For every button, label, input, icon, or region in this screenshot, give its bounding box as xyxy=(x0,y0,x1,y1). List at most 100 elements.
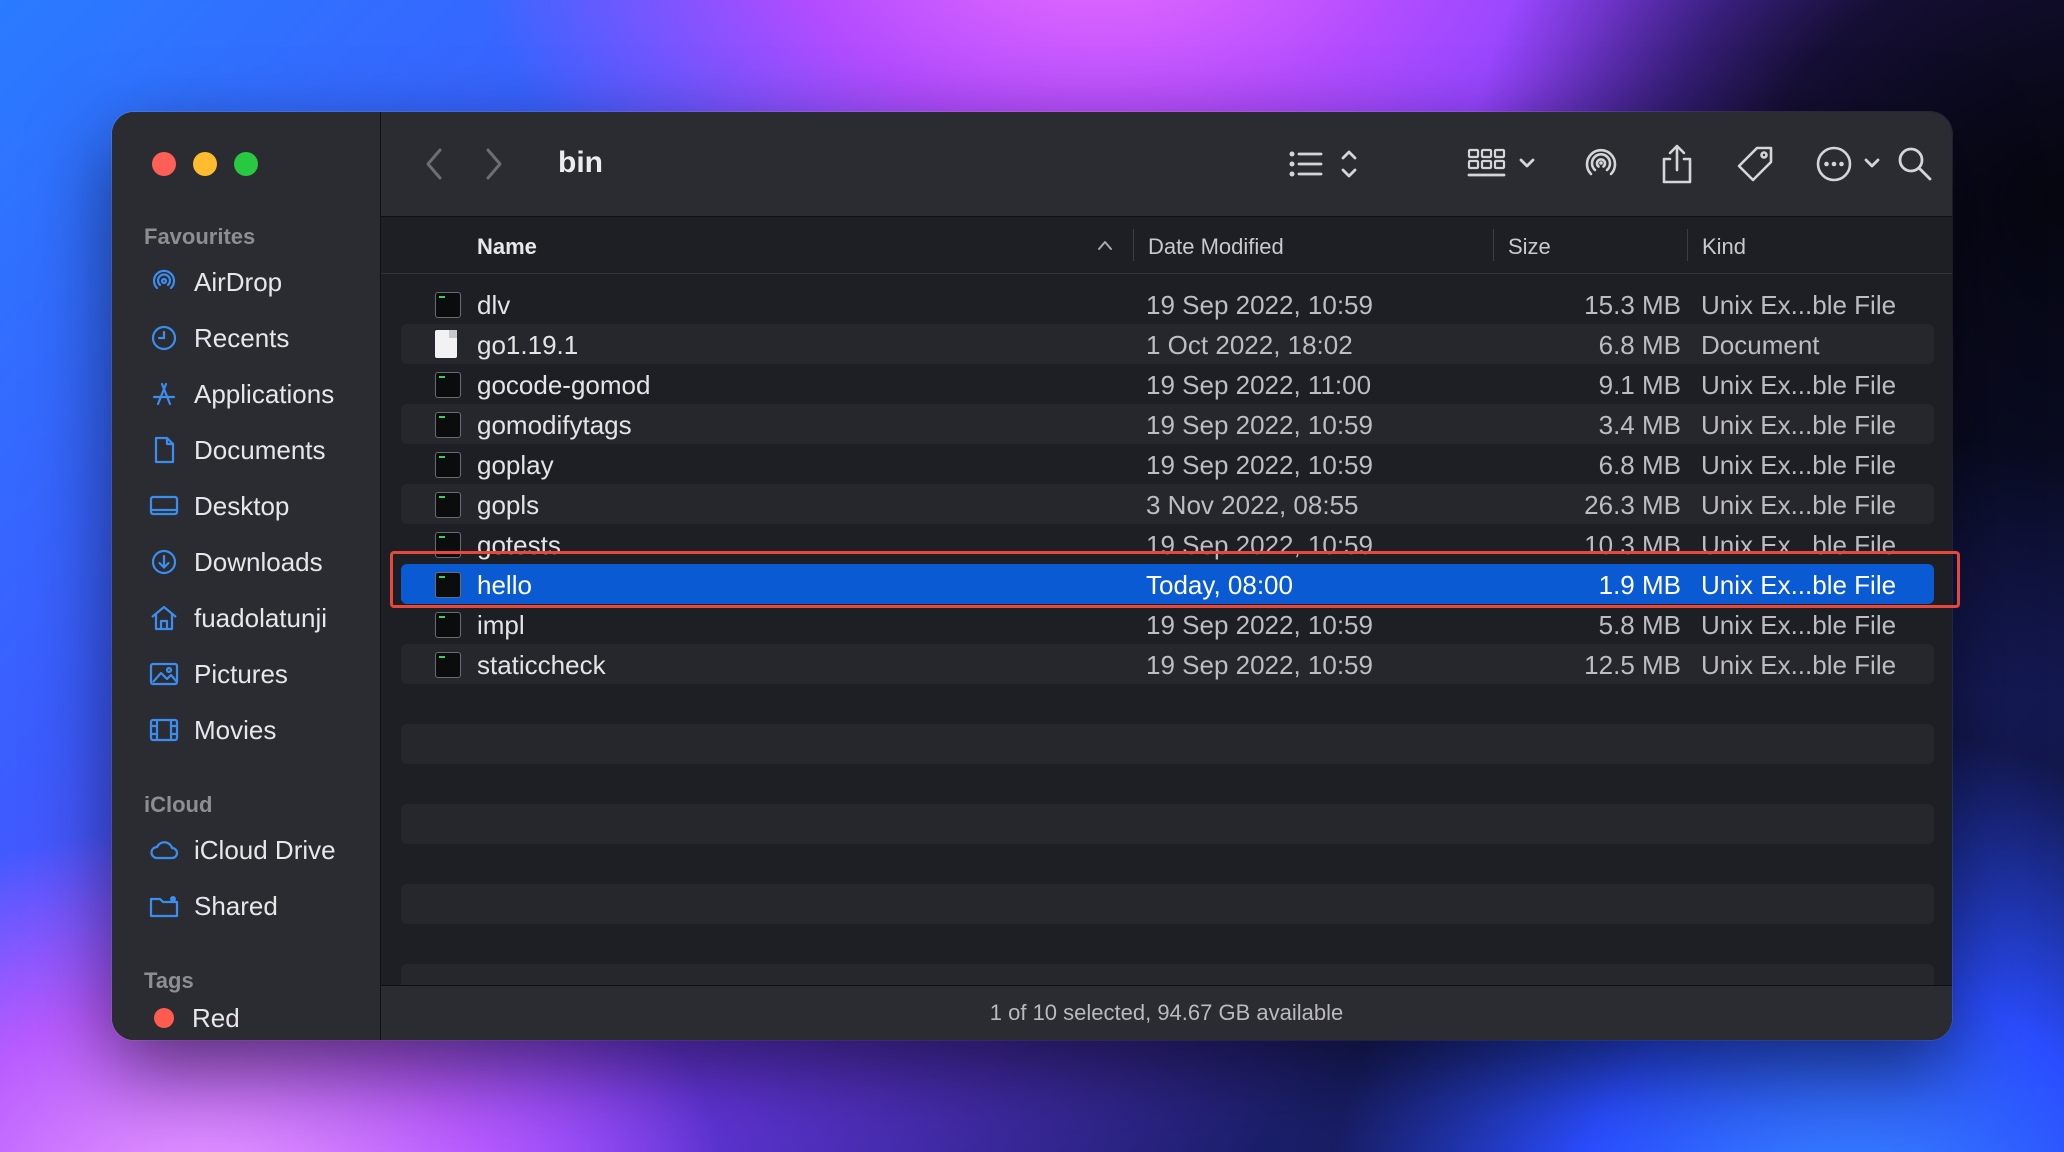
file-size: 15.3 MB xyxy=(1584,290,1681,320)
executable-file-icon xyxy=(435,612,461,638)
file-kind: Unix Ex...ble File xyxy=(1701,410,1897,440)
file-date: 1 Oct 2022, 18:02 xyxy=(1146,330,1353,360)
window-title: bin xyxy=(558,146,603,179)
sidebar-item-label: Downloads xyxy=(194,546,323,577)
executable-file-icon xyxy=(435,652,461,678)
sidebar-item-label: Documents xyxy=(194,434,326,465)
file-name: impl xyxy=(477,610,525,640)
file-size: 9.1 MB xyxy=(1598,370,1681,400)
sidebar-item-label: Desktop xyxy=(194,490,290,521)
file-kind: Unix Ex...ble File xyxy=(1701,490,1897,520)
file-row[interactable]: dlv 19 Sep 2022, 10:59 15.3 MB Unix Ex..… xyxy=(401,284,1934,324)
column-kind[interactable]: Kind xyxy=(1702,234,1746,260)
sidebar-item-label: Movies xyxy=(194,714,277,745)
view-options-button[interactable] xyxy=(1285,140,1365,188)
file-name: dlv xyxy=(477,290,511,320)
sidebar-item-airdrop[interactable]: AirDrop xyxy=(148,260,282,304)
sidebar-item-downloads[interactable]: Downloads xyxy=(148,540,323,584)
file-name: staticcheck xyxy=(477,650,606,680)
sidebar-item-home[interactable]: fuadolatunji xyxy=(148,596,327,640)
file-date: 19 Sep 2022, 10:59 xyxy=(1146,450,1373,480)
close-button[interactable] xyxy=(152,152,176,176)
minimize-button[interactable] xyxy=(193,152,217,176)
sidebar-item-icloud-drive[interactable]: iCloud Drive xyxy=(148,828,336,872)
file-kind: Unix Ex...ble File xyxy=(1701,370,1897,400)
file-row[interactable]: impl 19 Sep 2022, 10:59 5.8 MB Unix Ex..… xyxy=(401,604,1934,644)
column-date-modified[interactable]: Date Modified xyxy=(1148,234,1284,260)
file-row[interactable]: gocode-gomod 19 Sep 2022, 11:00 9.1 MB U… xyxy=(401,364,1934,404)
sidebar-item-recents[interactable]: Recents xyxy=(148,316,289,360)
pictures-icon xyxy=(149,662,179,686)
group-button[interactable] xyxy=(1463,140,1543,188)
forward-button[interactable] xyxy=(475,140,511,188)
column-separator[interactable] xyxy=(1687,229,1688,261)
file-row[interactable]: go1.19.1 1 Oct 2022, 18:02 6.8 MB Docume… xyxy=(401,324,1934,364)
file-kind: Document xyxy=(1701,330,1820,360)
sidebar-item-label: Recents xyxy=(194,322,290,353)
sidebar-item-shared[interactable]: Shared xyxy=(148,884,278,928)
search-button[interactable] xyxy=(1891,140,1939,188)
airdrop-icon xyxy=(152,269,176,290)
file-name: gomodifytags xyxy=(477,410,632,440)
zoom-button[interactable] xyxy=(234,152,258,176)
file-name: goplay xyxy=(477,450,554,480)
sort-ascending-icon xyxy=(1098,241,1112,250)
cloud-icon xyxy=(150,841,179,860)
sidebar-item-tag-red[interactable]: Red xyxy=(148,996,240,1040)
status-bar: 1 of 10 selected, 94.67 GB available xyxy=(381,985,1952,1040)
file-name: go1.19.1 xyxy=(477,330,579,360)
tag-button[interactable] xyxy=(1731,140,1779,188)
document-icon xyxy=(154,436,175,464)
empty-row xyxy=(401,884,1934,924)
red-tag-dot xyxy=(154,1008,174,1028)
sidebar-item-pictures[interactable]: Pictures xyxy=(148,652,288,696)
file-row[interactable]: gomodifytags 19 Sep 2022, 10:59 3.4 MB U… xyxy=(401,404,1934,444)
sidebar-item-label: Applications xyxy=(194,378,335,409)
executable-file-icon xyxy=(435,492,461,518)
file-list: dlv 19 Sep 2022, 10:59 15.3 MB Unix Ex..… xyxy=(401,284,1934,1004)
back-button[interactable] xyxy=(417,140,453,188)
share-button[interactable] xyxy=(1653,140,1701,188)
column-name[interactable]: Name xyxy=(477,234,537,260)
shared-folder-icon xyxy=(149,896,179,918)
download-icon xyxy=(151,549,177,575)
empty-row xyxy=(401,844,1934,884)
sidebar-item-documents[interactable]: Documents xyxy=(148,428,326,472)
sidebar-item-movies[interactable]: Movies xyxy=(148,708,276,752)
file-date: 19 Sep 2022, 10:59 xyxy=(1146,290,1373,320)
annotation-highlight-box xyxy=(390,551,1960,608)
sidebar-section-icloud: iCloud xyxy=(144,792,213,817)
list-view-icon xyxy=(1289,150,1357,178)
sidebar-item-label: Shared xyxy=(194,890,278,921)
sidebar-item-applications[interactable]: Applications xyxy=(148,372,334,416)
home-icon xyxy=(151,605,177,631)
column-separator[interactable] xyxy=(1493,229,1494,261)
column-separator[interactable] xyxy=(1133,229,1134,261)
file-size: 5.8 MB xyxy=(1598,610,1681,640)
airdrop-button[interactable] xyxy=(1577,140,1625,188)
column-size[interactable]: Size xyxy=(1508,234,1551,260)
toolbar: bin xyxy=(381,112,1952,217)
sidebar-item-label: AirDrop xyxy=(194,266,283,297)
more-actions-button[interactable] xyxy=(1813,140,1887,188)
file-kind: Unix Ex...ble File xyxy=(1701,650,1897,680)
executable-file-icon xyxy=(435,412,461,438)
file-row[interactable]: gopls 3 Nov 2022, 08:55 26.3 MB Unix Ex.… xyxy=(401,484,1934,524)
grid-group-icon xyxy=(1467,148,1535,177)
executable-file-icon xyxy=(435,372,461,398)
file-row[interactable]: goplay 19 Sep 2022, 10:59 6.8 MB Unix Ex… xyxy=(401,444,1934,484)
file-date: 19 Sep 2022, 10:59 xyxy=(1146,650,1373,680)
chevron-right-icon xyxy=(486,148,502,180)
sidebar-section-favourites: Favourites xyxy=(144,224,256,249)
file-row[interactable]: staticcheck 19 Sep 2022, 10:59 12.5 MB U… xyxy=(401,644,1934,684)
file-size: 6.8 MB xyxy=(1598,330,1681,360)
sidebar-item-desktop[interactable]: Desktop xyxy=(148,484,289,528)
file-size: 12.5 MB xyxy=(1584,650,1681,680)
sidebar-section-tags: Tags xyxy=(144,968,194,993)
file-name: gocode-gomod xyxy=(477,370,651,400)
executable-file-icon xyxy=(435,292,461,318)
empty-row xyxy=(401,764,1934,804)
file-size: 6.8 MB xyxy=(1598,450,1681,480)
sidebar-item-label: Pictures xyxy=(194,658,288,689)
file-name: gopls xyxy=(477,490,540,520)
